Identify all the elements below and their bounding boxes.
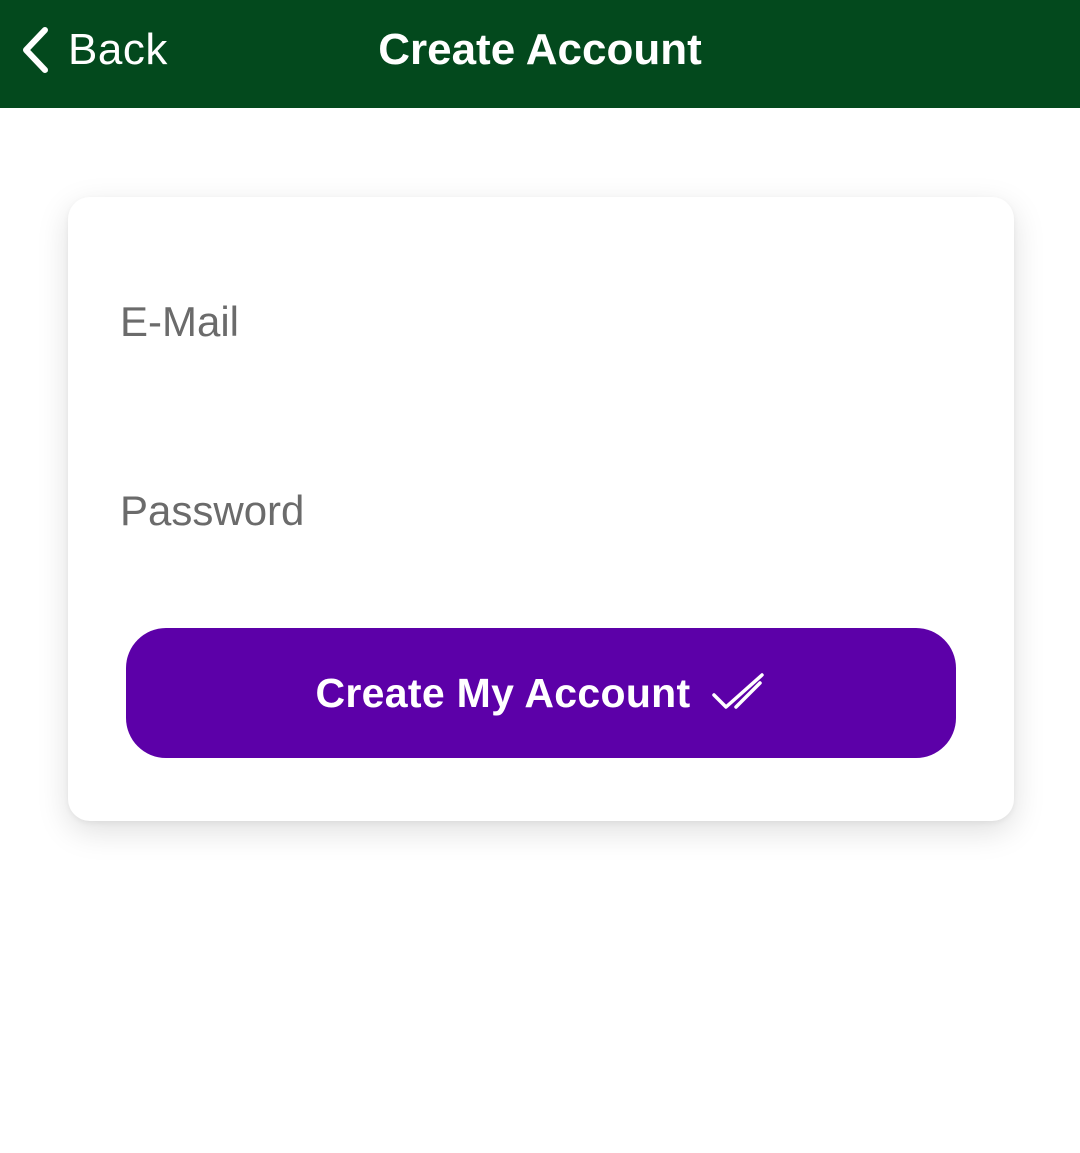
- signup-card: Create My Account: [68, 197, 1014, 821]
- top-app-bar: Back Create Account: [0, 0, 1080, 108]
- back-label: Back: [68, 25, 168, 74]
- double-check-icon: [712, 673, 765, 709]
- chevron-left-icon: [23, 27, 48, 73]
- email-field[interactable]: [120, 277, 960, 367]
- create-account-label: Create My Account: [315, 669, 691, 716]
- back-button[interactable]: Back: [18, 22, 168, 78]
- password-field[interactable]: [120, 466, 960, 556]
- create-account-button[interactable]: Create My Account: [126, 628, 956, 758]
